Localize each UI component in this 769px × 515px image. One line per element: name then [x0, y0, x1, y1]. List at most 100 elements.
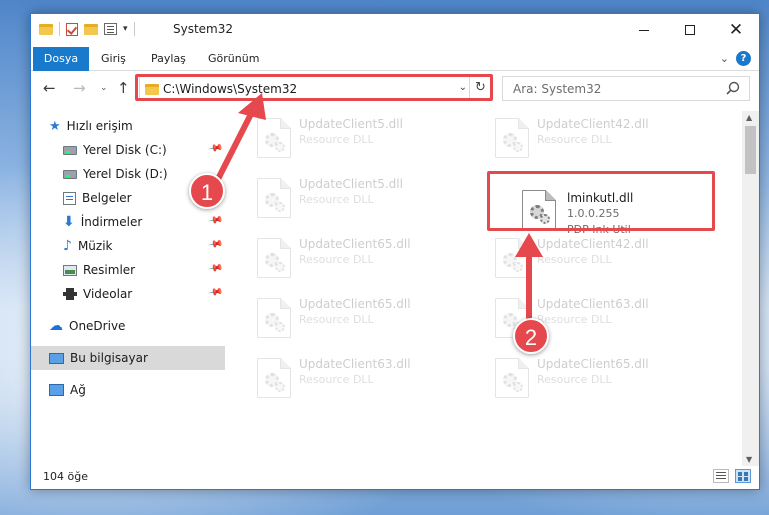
- sidebar-item-label: Yerel Disk (C:): [83, 143, 167, 157]
- toolbar-separator: [133, 22, 135, 36]
- download-icon: ⬇: [63, 214, 75, 230]
- close-button[interactable]: ✕: [713, 14, 759, 46]
- help-icon[interactable]: ?: [736, 51, 751, 66]
- title-bar: ▾ System32 ✕: [31, 14, 759, 47]
- pin-icon[interactable]: 📌: [207, 140, 224, 156]
- file-description: Resource DLL: [299, 253, 374, 266]
- recent-locations-chevron-icon[interactable]: ⌄: [100, 83, 108, 93]
- cloud-icon: ☁: [49, 318, 63, 334]
- folder-icon: [39, 23, 53, 35]
- tiles-view-icon[interactable]: [735, 469, 751, 483]
- tab-view[interactable]: Görünüm: [208, 47, 259, 71]
- toolbar-separator: [59, 22, 60, 36]
- documents-icon: [63, 191, 76, 205]
- file-name: UpdateClient65.dll: [299, 237, 411, 251]
- sidebar-item-videos[interactable]: Videolar 📌: [31, 282, 225, 306]
- list-item[interactable]: UpdateClient5.dll Resource DLL: [247, 111, 477, 167]
- dll-file-icon: [257, 118, 291, 158]
- file-highlight: [487, 171, 715, 231]
- file-description: Resource DLL: [299, 193, 374, 206]
- pin-icon[interactable]: 📌: [207, 236, 224, 252]
- file-description: Resource DLL: [537, 373, 612, 386]
- sidebar-item-label: Belgeler: [82, 191, 132, 205]
- scroll-up-arrow-icon[interactable]: ▲: [746, 113, 752, 122]
- file-description: Resource DLL: [537, 313, 612, 326]
- sidebar-item-quick-access[interactable]: ★ Hızlı erişim: [31, 114, 225, 138]
- maximize-button[interactable]: [667, 14, 713, 46]
- properties-check-icon[interactable]: [66, 22, 78, 36]
- step-2-badge: 2: [513, 318, 549, 354]
- search-box[interactable]: Ara: System32: [502, 76, 750, 101]
- file-name: UpdateClient5.dll: [299, 117, 403, 131]
- list-item[interactable]: UpdateClient42.dll Resource DLL: [485, 111, 715, 167]
- sidebar-item-label: Videolar: [83, 287, 133, 301]
- dll-file-icon: [257, 358, 291, 398]
- list-item[interactable]: UpdateClient65.dll Resource DLL: [247, 231, 477, 287]
- sidebar-item-onedrive[interactable]: ☁ OneDrive: [31, 314, 225, 338]
- sidebar-item-this-pc[interactable]: Bu bilgisayar: [31, 346, 225, 370]
- list-item[interactable]: UpdateClient63.dll Resource DLL: [247, 351, 477, 407]
- star-icon: ★: [49, 118, 61, 134]
- sidebar-item-label: Hızlı erişim: [66, 119, 133, 133]
- minimize-button[interactable]: [621, 14, 667, 46]
- sidebar-item-downloads[interactable]: ⬇ İndirmeler 📌: [31, 210, 225, 234]
- file-name: UpdateClient63.dll: [299, 357, 411, 371]
- back-arrow-icon[interactable]: ←: [43, 79, 56, 97]
- sidebar-item-label: Bu bilgisayar: [70, 351, 148, 365]
- ribbon-tabs: Dosya Giriş Paylaş Görünüm ⌄ ?: [31, 47, 759, 71]
- tab-home[interactable]: Giriş: [101, 47, 126, 71]
- window-controls: ✕: [621, 14, 759, 46]
- network-icon: [49, 384, 64, 396]
- step-1-badge: 1: [189, 173, 225, 209]
- tab-share[interactable]: Paylaş: [151, 47, 186, 71]
- new-folder-icon[interactable]: [84, 23, 98, 35]
- pin-icon[interactable]: 📌: [207, 260, 224, 276]
- disk-icon: [63, 169, 77, 179]
- customize-toolbar-chevron-icon[interactable]: ▾: [123, 24, 128, 34]
- dll-file-icon: [257, 238, 291, 278]
- view-switcher: [713, 469, 751, 483]
- file-description: Resource DLL: [299, 373, 374, 386]
- status-bar: 104 öğe: [31, 466, 759, 489]
- computer-icon: [49, 352, 64, 364]
- file-name: UpdateClient63.dll: [537, 297, 649, 311]
- quick-access-toolbar: ▾: [39, 22, 135, 36]
- file-description: Resource DLL: [537, 253, 612, 266]
- file-name: UpdateClient42.dll: [537, 117, 649, 131]
- sidebar-item-pictures[interactable]: Resimler 📌: [31, 258, 225, 282]
- list-item[interactable]: UpdateClient42.dll Resource DLL: [485, 231, 715, 287]
- pin-icon[interactable]: 📌: [207, 212, 224, 228]
- file-description: Resource DLL: [299, 133, 374, 146]
- videos-icon: [63, 288, 77, 300]
- dll-file-icon: [257, 298, 291, 338]
- navigation-pane: ★ Hızlı erişim Yerel Disk (C:) 📌 Yerel D…: [31, 111, 227, 466]
- list-item[interactable]: UpdateClient65.dll Resource DLL: [485, 351, 715, 407]
- up-arrow-icon[interactable]: ↑: [117, 79, 130, 97]
- search-placeholder[interactable]: Ara: System32: [513, 82, 601, 96]
- sidebar-item-music[interactable]: ♪ Müzik 📌: [31, 234, 225, 258]
- file-list: UpdateClient5.dll Resource DLL UpdateCli…: [237, 111, 742, 466]
- vertical-scrollbar[interactable]: ▲ ▼: [742, 111, 759, 466]
- details-view-icon[interactable]: [713, 469, 729, 483]
- sidebar-item-label: Müzik: [77, 239, 113, 253]
- item-count: 104 öğe: [43, 470, 88, 483]
- list-item[interactable]: UpdateClient65.dll Resource DLL: [247, 291, 477, 347]
- list-item[interactable]: UpdateClient5.dll Resource DLL: [247, 171, 477, 227]
- tab-file[interactable]: Dosya: [33, 47, 89, 71]
- close-icon: ✕: [728, 19, 744, 40]
- expand-ribbon-chevron-icon[interactable]: ⌄: [720, 52, 729, 65]
- maximize-icon: [685, 25, 695, 35]
- dll-file-icon: [257, 178, 291, 218]
- scrollbar-thumb[interactable]: [745, 126, 756, 174]
- file-description: Resource DLL: [537, 133, 612, 146]
- sidebar-item-local-disk-c[interactable]: Yerel Disk (C:) 📌: [31, 138, 225, 162]
- sidebar-item-network[interactable]: Ağ: [31, 378, 225, 402]
- forward-arrow-icon[interactable]: →: [73, 79, 86, 97]
- disk-icon: [63, 145, 77, 155]
- properties-icon[interactable]: [104, 23, 117, 35]
- search-icon[interactable]: [725, 80, 741, 96]
- minimize-icon: [639, 29, 649, 31]
- sidebar-item-label: Resimler: [83, 263, 136, 277]
- scroll-down-arrow-icon[interactable]: ▼: [746, 455, 752, 464]
- pin-icon[interactable]: 📌: [207, 284, 224, 300]
